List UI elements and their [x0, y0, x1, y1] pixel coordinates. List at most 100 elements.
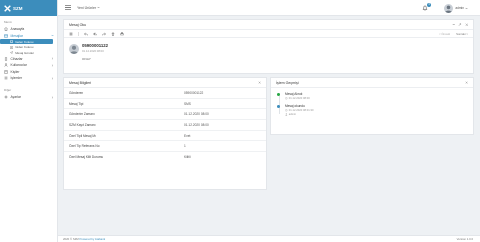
info-value: 01.12.2020 08:00 [184, 112, 209, 117]
sidebar: SZM Menü Anasayfa Mesajlar Gelen Kutusu … [0, 0, 58, 242]
list-icon[interactable] [69, 32, 73, 36]
chevron-down-icon [465, 7, 468, 9]
timeline-title: Mesaj okundu [285, 104, 305, 108]
user-avatar[interactable] [444, 3, 454, 13]
footer-powered-link[interactable]: Powered by Atabank [80, 237, 106, 241]
sidebar-subitem-label: Gelen Kutusu [15, 39, 34, 44]
sender-number: 05900001122 [82, 43, 109, 48]
sidebar-item-label: Kullanıcılar [10, 63, 27, 68]
users-icon [4, 63, 8, 67]
chevron-right-icon [51, 64, 54, 67]
info-key: SZM Kayıt Zamanı [69, 122, 96, 127]
chevron-down-icon [51, 35, 54, 37]
sidebar-item-settings[interactable]: Ayarlar [0, 94, 57, 100]
timeline-date: 01.12.2020 08:00 [285, 97, 468, 100]
sidebar-item-label: Cihazlar [10, 56, 23, 61]
info-value: SMS [184, 101, 191, 106]
chevron-down-icon [97, 6, 100, 9]
print-icon[interactable] [120, 31, 124, 36]
brand-name: SZM [13, 5, 23, 11]
info-row: Gönderim Zamanı 01.12.2020 08:00 [64, 109, 266, 121]
sidebar-item-label: Mesajlar [10, 33, 23, 38]
close-icon[interactable] [465, 81, 468, 84]
history-timeline: Mesaj Alındı 01.12.2020 08:00 Mesaj okun… [271, 88, 473, 116]
info-key: Özel Mesaj Kilit Durumu [69, 155, 104, 160]
inbox-icon [10, 40, 14, 43]
device-icon [4, 56, 8, 61]
footer: 2020 © SZM Powered by Atabank Version 1.… [58, 235, 480, 242]
sender-avatar [69, 44, 79, 54]
footer-copyright: 2020 © SZM [63, 237, 79, 241]
product-dropdown-label: Yeni Ürünler [77, 5, 97, 10]
footer-version: Version 1.0.0 [456, 237, 473, 241]
trash-icon[interactable] [111, 32, 115, 36]
message-info-panel: Mesaj Bilgileri Gönderen 05900001122 Mes… [63, 77, 267, 190]
history-header: İşlem Geçmişi [271, 78, 473, 88]
home-icon [4, 27, 8, 32]
timeline-item: Mesaj Alındı 01.12.2020 08:00 [276, 92, 468, 100]
close-icon[interactable] [258, 81, 261, 84]
forward-icon[interactable] [102, 32, 106, 36]
user-name: admin [455, 6, 464, 10]
user-menu[interactable]: admin [455, 6, 468, 10]
info-row: SZM Kayıt Zamanı 01.12.2020 08:00 [64, 120, 266, 131]
timeline-dot [276, 92, 280, 96]
info-row: Gönderen 05900001122 [64, 88, 266, 99]
sidebar-menu-header: Menü [4, 20, 12, 24]
brand-header[interactable]: SZM [0, 0, 57, 16]
info-key: Gönderen [69, 90, 84, 95]
info-row: Mesaj Tipi SMS [64, 99, 266, 110]
chevron-right-icon [51, 76, 54, 80]
history-title: İşlem Geçmişi [276, 80, 299, 85]
reply-icon[interactable] [84, 32, 88, 36]
history-panel: İşlem Geçmişi Mesaj Alındı 01.12.2020 08… [270, 77, 474, 135]
message-body: ONAY [82, 57, 92, 61]
info-value: 05900001122 [184, 90, 204, 95]
message-detail-header: Mesaj Oku [64, 20, 473, 30]
operations-icon [4, 76, 8, 80]
timeline-date-text: 01.12.2020 08:00 [288, 97, 310, 100]
sidebar-item-label: İşlemler [10, 75, 23, 80]
sidebar-item-label: Kişiler [10, 69, 20, 74]
sidebar-item-label: Ayarlar [10, 95, 21, 100]
product-dropdown[interactable]: Yeni Ürünler [77, 6, 100, 10]
outbox-icon [10, 46, 14, 49]
collapse-icon[interactable] [452, 23, 456, 27]
sender-date: 01.12.2020 08:00 [82, 49, 104, 53]
info-key: Gönderim Zamanı [69, 112, 95, 117]
message-sender-block: 05900001122 01.12.2020 08:00 ONAY [64, 38, 473, 66]
user-avatar-icon [70, 45, 78, 54]
reply-all-icon[interactable] [93, 32, 97, 36]
contacts-icon [4, 69, 8, 74]
sidebar-item-messages[interactable]: Mesajlar [0, 32, 57, 38]
sidebar-other-header: Diğer [4, 88, 12, 93]
topbar: Yeni Ürünler 0 admin [58, 0, 480, 16]
notifications-button[interactable]: 0 [422, 3, 432, 12]
expand-icon[interactable] [458, 23, 462, 27]
sidebar-item-operations[interactable]: İşlemler [0, 75, 57, 81]
sidebar-subitem-label: Mesaj Gönder [15, 50, 35, 55]
message-toolbar: < Önceki Sonraki > [64, 30, 473, 38]
notification-badge: 0 [427, 3, 432, 7]
timeline-date: 01.12.2020 08:01:30 [285, 109, 468, 112]
info-key: Özel Tipli Mesaj Mı [69, 133, 96, 138]
next-message-link[interactable]: Sonraki > [456, 32, 468, 36]
message-detail-panel: Mesaj Oku < Önceki Sonraki > 05900001122… [63, 19, 474, 74]
timeline-user-text: admin [288, 113, 297, 116]
previous-message-link[interactable]: < Önceki [439, 32, 450, 36]
timeline-item: Mesaj okundu 01.12.2020 08:01:30 admin [276, 104, 468, 116]
info-row: Özel Mesaj Kilit Durumu Kilitli [64, 152, 266, 163]
envelope-icon [4, 34, 8, 38]
sidebar-subitem-label: Giden Kutusu [15, 45, 34, 50]
info-value: Kilitli [184, 155, 191, 160]
timeline-dot [276, 104, 280, 108]
timeline-title: Mesaj Alındı [285, 92, 303, 96]
brand-logo-icon [4, 4, 11, 12]
close-icon[interactable] [465, 23, 469, 27]
send-icon [10, 51, 14, 55]
info-row: Özel Tipli Mesaj Mı Evet [64, 131, 266, 142]
info-value: Evet [184, 133, 191, 138]
menu-toggle-icon[interactable] [65, 5, 71, 10]
message-detail-title: Mesaj Oku [69, 22, 87, 27]
info-key: Mesaj Tipi [69, 101, 84, 106]
